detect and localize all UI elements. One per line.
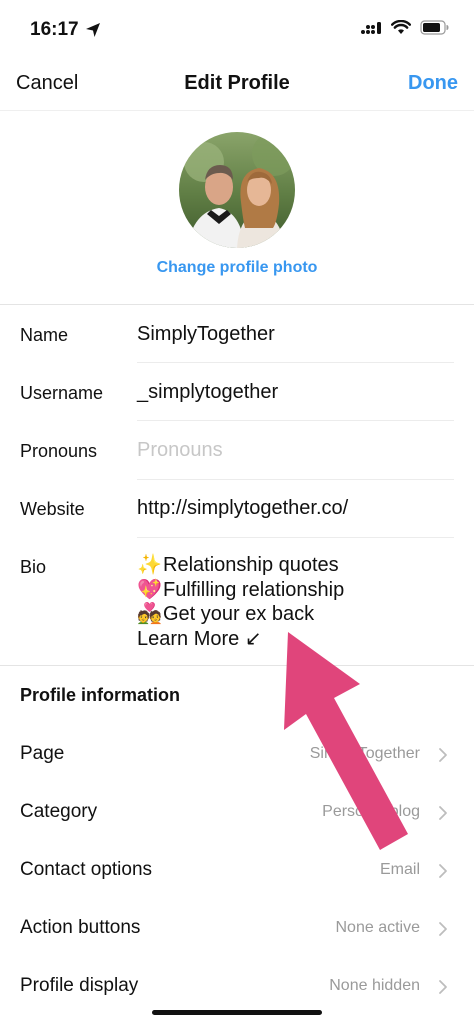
username-field[interactable]: _simplytogether — [137, 381, 278, 404]
section-divider — [0, 304, 474, 305]
name-field[interactable]: SimplyTogether — [137, 323, 275, 346]
nav-bar: Cancel Edit Profile Done — [0, 60, 474, 111]
chevron-right-icon — [439, 922, 447, 936]
website-label: Website — [20, 499, 85, 519]
action-buttons-label: Action buttons — [20, 917, 141, 938]
chevron-right-icon — [439, 980, 447, 994]
status-bar: 16:17 — [0, 0, 474, 60]
profile-information-header: Profile information — [20, 685, 181, 705]
contact-options-value: Email — [379, 861, 420, 878]
chevron-right-icon — [439, 748, 447, 762]
bio-label: Bio — [20, 557, 47, 577]
status-time-text: 16:17 — [30, 19, 79, 40]
bio-line-text: Relationship quotes — [163, 554, 339, 576]
status-time: 16:17 — [30, 19, 101, 41]
wifi-icon — [391, 20, 411, 34]
cellular-signal-icon — [361, 21, 381, 34]
location-arrow-icon — [85, 23, 100, 37]
action-buttons-value: None active — [335, 919, 421, 936]
website-field[interactable]: http://simplytogether.co/ — [137, 497, 348, 520]
bio-line: 💖Fulfilling relationship — [137, 578, 344, 603]
bio-line-text: Get your ex back — [163, 603, 315, 625]
sparkling-heart-emoji: 💖 — [137, 578, 162, 601]
bio-line: 💑Get your ex back — [137, 602, 344, 627]
category-label: Category — [20, 801, 98, 822]
pronouns-field[interactable]: Pronouns — [137, 439, 223, 462]
battery-icon — [420, 20, 449, 35]
profile-photo-image — [179, 132, 295, 248]
website-row: Website http://simplytogether.co/ — [0, 497, 474, 537]
avatar[interactable] — [179, 132, 295, 248]
bio-line: ✨Relationship quotes — [137, 553, 344, 578]
name-row: Name SimplyTogether — [0, 323, 474, 363]
row-divider — [137, 537, 454, 538]
bio-line-text: Learn More ↙ — [137, 627, 262, 650]
sparkles-emoji: ✨ — [137, 554, 162, 576]
done-button[interactable]: Done — [408, 72, 458, 95]
page-label: Page — [20, 743, 65, 764]
username-row: Username _simplytogether — [0, 381, 474, 421]
profile-display-value: None hidden — [329, 977, 420, 994]
row-divider — [137, 479, 454, 480]
home-indicator[interactable] — [152, 1010, 322, 1015]
profile-display-row[interactable]: Profile display None hidden — [0, 967, 474, 1007]
chevron-right-icon — [439, 864, 447, 878]
change-profile-photo-button[interactable]: Change profile photo — [0, 259, 474, 277]
status-icons — [360, 20, 450, 35]
row-divider — [137, 362, 454, 363]
contact-options-label: Contact options — [20, 859, 153, 880]
chevron-right-icon — [439, 806, 447, 820]
action-buttons-row[interactable]: Action buttons None active — [0, 909, 474, 949]
page-title: Edit Profile — [184, 72, 290, 94]
bio-line-text: Fulfilling relationship — [163, 578, 345, 601]
pronouns-label: Pronouns — [20, 441, 98, 461]
profile-display-label: Profile display — [20, 975, 139, 996]
annotation-arrow-icon — [284, 632, 408, 850]
name-label: Name — [20, 325, 69, 345]
pronouns-row: Pronouns Pronouns — [0, 439, 474, 479]
row-divider — [137, 420, 454, 421]
couple-with-heart-emoji: 💑 — [137, 603, 162, 625]
username-label: Username — [20, 383, 104, 403]
